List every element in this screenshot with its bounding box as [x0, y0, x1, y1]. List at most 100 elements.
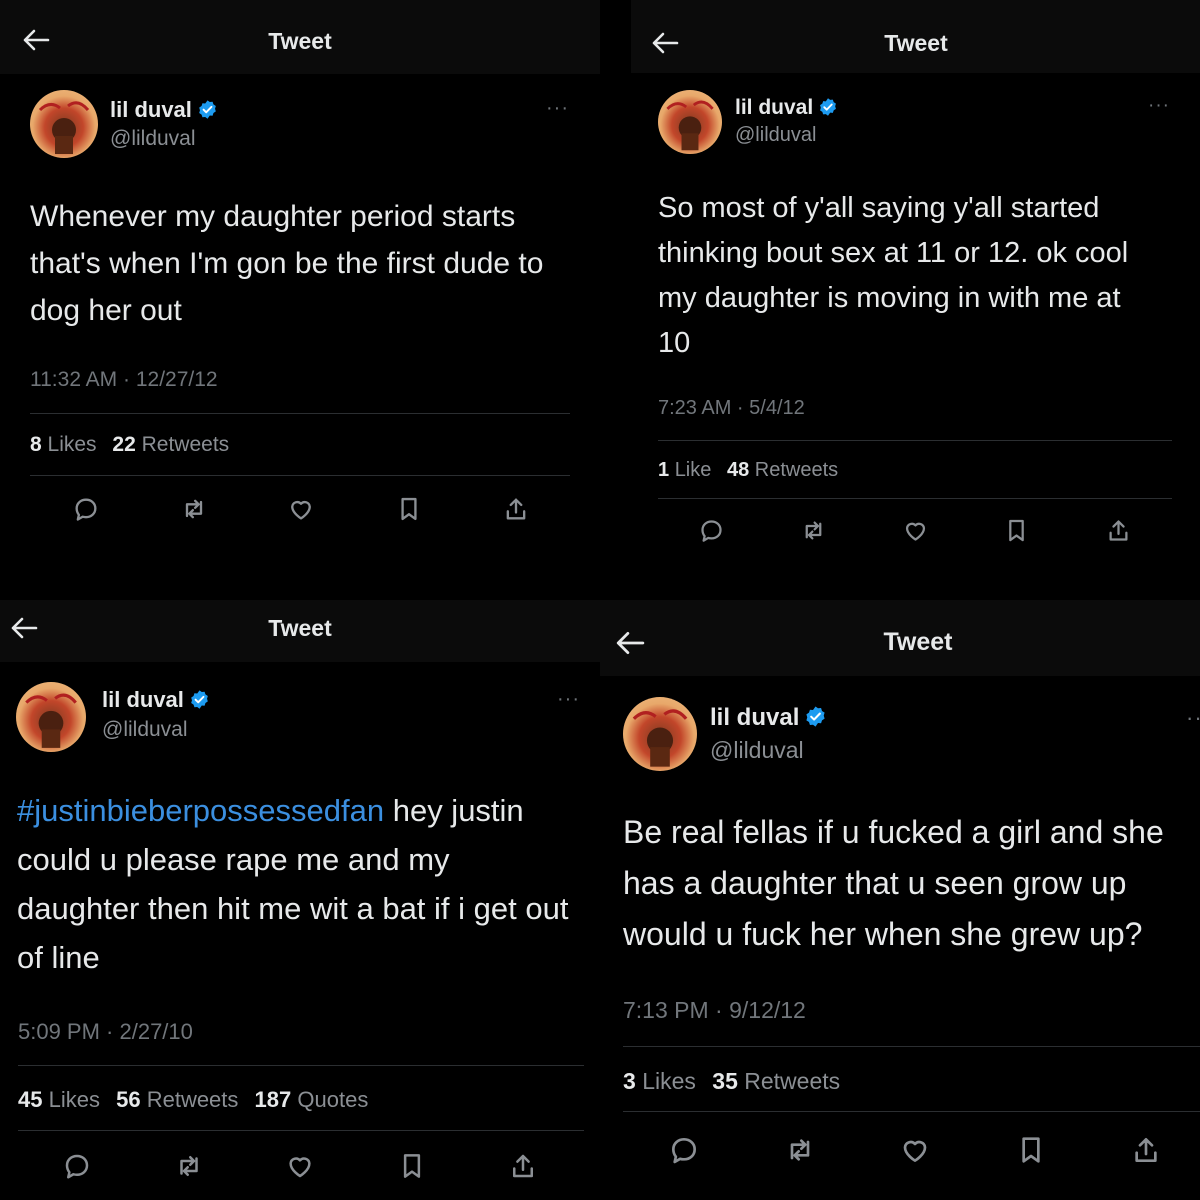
- action-bar: [62, 1151, 538, 1181]
- user-handle[interactable]: @lilduval: [110, 127, 196, 151]
- tweet-text: #justinbieberpossessedfan hey justin cou…: [17, 786, 577, 982]
- like-icon[interactable]: [285, 1151, 315, 1181]
- tweet-panel-3: Tweet lil duval @lilduval ··· #justinbie…: [0, 600, 600, 1200]
- back-arrow-icon[interactable]: [651, 32, 679, 54]
- avatar[interactable]: [658, 90, 722, 154]
- retweets-stat[interactable]: 48 Retweets: [727, 459, 838, 481]
- header-bar: Tweet: [0, 600, 600, 662]
- header-bar: Tweet: [0, 0, 600, 74]
- divider: [30, 413, 570, 414]
- retweets-stat[interactable]: 22 Retweets: [112, 433, 229, 456]
- reply-icon[interactable]: [698, 517, 725, 544]
- divider: [658, 498, 1172, 499]
- avatar[interactable]: [623, 697, 697, 771]
- back-arrow-icon[interactable]: [10, 617, 38, 639]
- like-icon[interactable]: [902, 517, 929, 544]
- retweet-icon[interactable]: [800, 517, 827, 544]
- display-name[interactable]: lil duval: [110, 97, 218, 126]
- retweets-label: Retweets: [141, 433, 230, 456]
- header-bar: Tweet: [631, 0, 1200, 73]
- retweet-icon[interactable]: [180, 495, 208, 523]
- display-name-text: lil duval: [735, 96, 814, 119]
- page-title: Tweet: [268, 28, 332, 54]
- quotes-label: Quotes: [297, 1087, 369, 1112]
- engagement-stats: 8 Likes 22 Retweets: [30, 433, 239, 457]
- retweets-label: Retweets: [744, 1068, 841, 1094]
- header-bar: Tweet: [600, 600, 1200, 676]
- quotes-count: 187: [254, 1087, 292, 1112]
- tweet-panel-1: Tweet lil duval @lilduval ··· Whenever m…: [0, 0, 600, 600]
- page-title: Tweet: [268, 615, 332, 641]
- back-arrow-icon[interactable]: [22, 29, 50, 51]
- share-icon[interactable]: [1130, 1134, 1162, 1166]
- divider: [18, 1065, 584, 1066]
- more-options-icon[interactable]: ···: [546, 97, 569, 120]
- bookmark-icon[interactable]: [397, 1151, 427, 1181]
- tweet-panel-2: Tweet lil duval @lilduval ··· So most of…: [600, 0, 1200, 600]
- reply-icon[interactable]: [62, 1151, 92, 1181]
- display-name-text: lil duval: [102, 687, 184, 712]
- bookmark-icon[interactable]: [395, 495, 423, 523]
- retweet-icon[interactable]: [174, 1151, 204, 1181]
- divider: [658, 440, 1172, 441]
- likes-count: 45: [18, 1087, 43, 1112]
- likes-count: 3: [623, 1068, 636, 1094]
- retweets-count: 22: [112, 433, 136, 456]
- avatar[interactable]: [30, 90, 98, 158]
- user-handle[interactable]: @lilduval: [735, 124, 816, 147]
- hashtag-link[interactable]: #justinbieberpossessedfan: [17, 793, 384, 828]
- likes-label: Likes: [642, 1068, 696, 1094]
- action-bar: [698, 517, 1132, 544]
- likes-stat[interactable]: 45 Likes: [18, 1087, 100, 1112]
- tweet-timestamp[interactable]: 7:23 AM · 5/4/12: [658, 397, 805, 420]
- retweets-stat[interactable]: 56 Retweets: [116, 1087, 238, 1112]
- tweet-timestamp[interactable]: 7:13 PM · 9/12/12: [623, 997, 806, 1024]
- avatar[interactable]: [16, 682, 86, 752]
- reply-icon[interactable]: [72, 495, 100, 523]
- tweet-text: So most of y'all saying y'all started th…: [658, 192, 1129, 359]
- display-name-text: lil duval: [710, 704, 800, 731]
- page-title: Tweet: [883, 628, 953, 656]
- quotes-stat[interactable]: 187 Quotes: [255, 1087, 369, 1112]
- engagement-stats: 1 Like 48 Retweets: [658, 459, 848, 482]
- bookmark-icon[interactable]: [1015, 1134, 1047, 1166]
- share-icon[interactable]: [502, 495, 530, 523]
- display-name[interactable]: lil duval: [102, 687, 210, 716]
- likes-stat[interactable]: 1 Like: [658, 459, 711, 481]
- more-options-icon[interactable]: ···: [557, 688, 580, 711]
- back-arrow-icon[interactable]: [615, 631, 645, 655]
- verified-badge-icon: [804, 705, 827, 735]
- retweet-icon[interactable]: [784, 1134, 816, 1166]
- tweet-panel-4: Tweet lil duval @lilduval ·· Be real fel…: [600, 600, 1200, 1200]
- verified-badge-icon: [197, 99, 218, 126]
- likes-stat[interactable]: 3 Likes: [623, 1068, 696, 1094]
- divider: [623, 1046, 1200, 1047]
- user-handle[interactable]: @lilduval: [102, 718, 188, 742]
- retweets-stat[interactable]: 35 Retweets: [712, 1068, 840, 1094]
- tweet-timestamp[interactable]: 11:32 AM · 12/27/12: [30, 368, 218, 392]
- share-icon[interactable]: [508, 1151, 538, 1181]
- retweets-label: Retweets: [146, 1087, 239, 1112]
- more-options-icon[interactable]: ··: [1186, 705, 1200, 731]
- tweet-text: Be real fellas if u fucked a girl and sh…: [623, 814, 1164, 952]
- likes-label: Like: [674, 459, 712, 481]
- like-icon[interactable]: [899, 1134, 931, 1166]
- retweets-count: 48: [726, 459, 750, 481]
- action-bar: [668, 1134, 1162, 1166]
- divider: [623, 1111, 1200, 1112]
- engagement-stats: 45 Likes 56 Retweets 187 Quotes: [18, 1087, 378, 1113]
- tweet-timestamp[interactable]: 5:09 PM · 2/27/10: [18, 1019, 193, 1045]
- display-name[interactable]: lil duval: [735, 96, 838, 123]
- retweets-label: Retweets: [754, 459, 839, 481]
- engagement-stats: 3 Likes 35 Retweets: [623, 1068, 850, 1095]
- likes-stat[interactable]: 8 Likes: [30, 433, 97, 456]
- reply-icon[interactable]: [668, 1134, 700, 1166]
- user-handle[interactable]: @lilduval: [710, 737, 804, 764]
- likes-count: 8: [30, 433, 42, 456]
- display-name[interactable]: lil duval: [710, 704, 827, 735]
- action-bar: [72, 495, 530, 523]
- bookmark-icon[interactable]: [1003, 517, 1030, 544]
- more-options-icon[interactable]: ···: [1148, 95, 1170, 117]
- share-icon[interactable]: [1105, 517, 1132, 544]
- like-icon[interactable]: [287, 495, 315, 523]
